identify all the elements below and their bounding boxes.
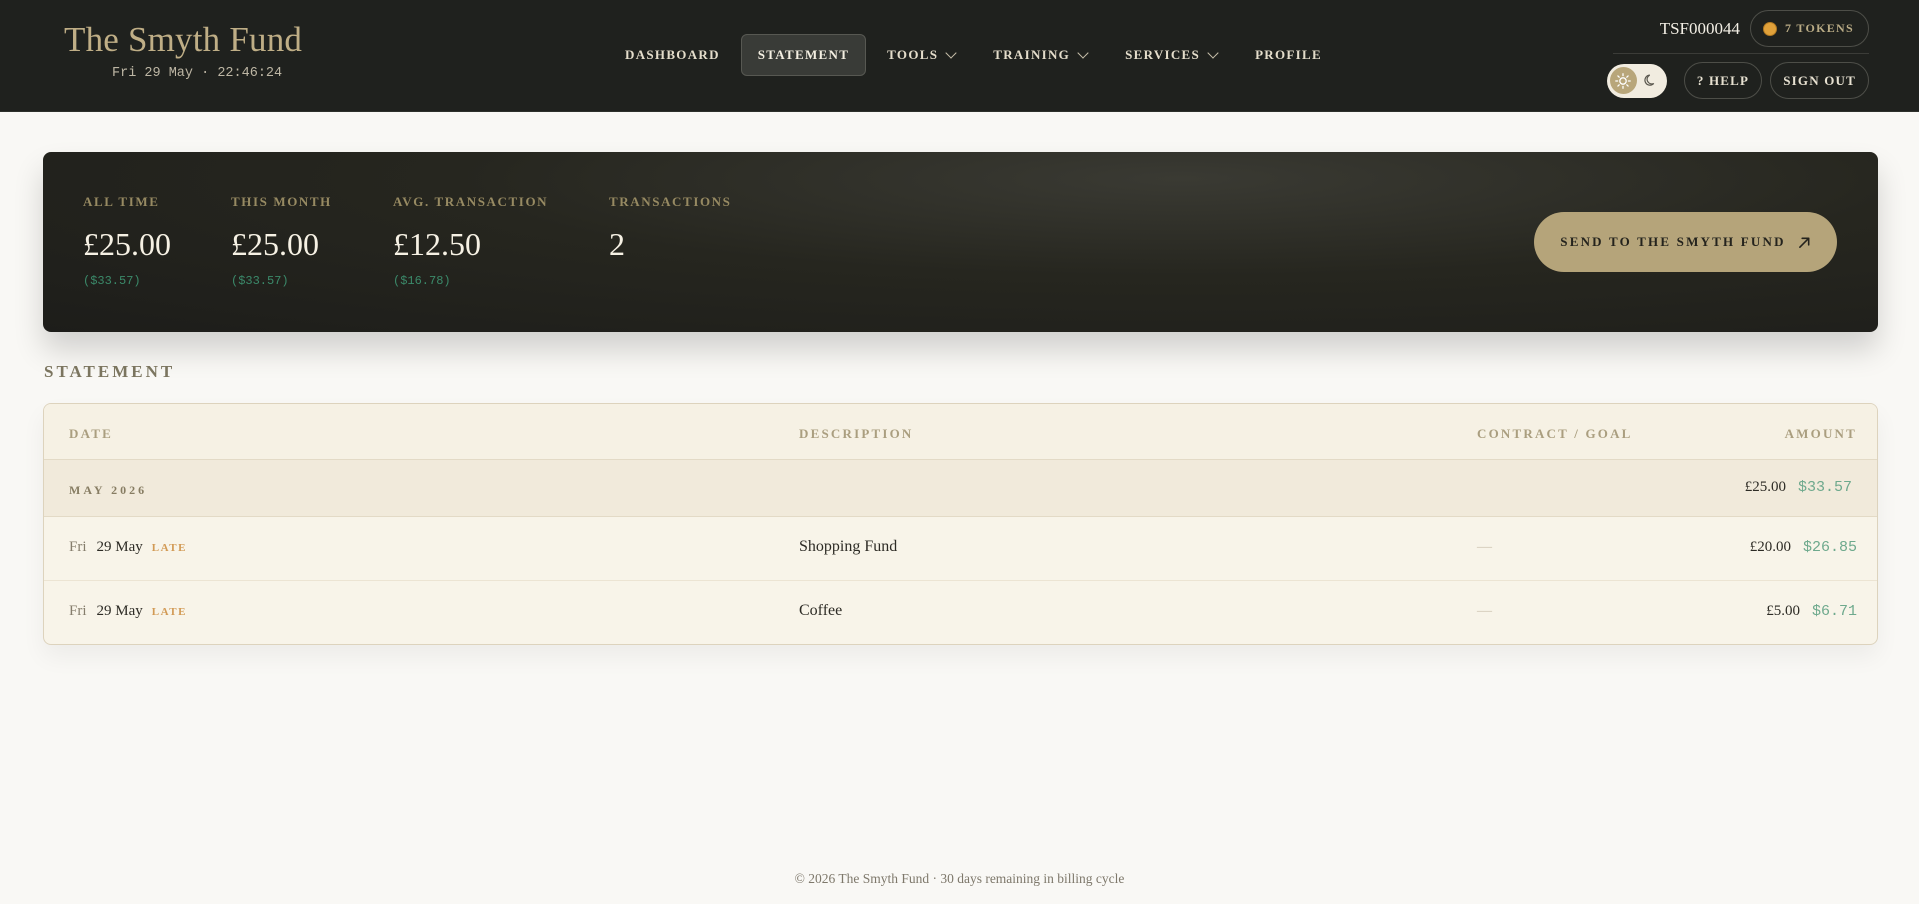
account-row: TSF000044 7 TOKENS xyxy=(1660,10,1869,47)
moon-icon[interactable] xyxy=(1637,67,1664,94)
row-date: Fri 29 May LATE xyxy=(69,603,187,620)
column-header-date[interactable]: DATE xyxy=(69,426,113,442)
nav-dashboard-label: DASHBOARD xyxy=(625,47,720,62)
stat-value: 2 xyxy=(609,226,625,262)
help-button[interactable]: ? HELP xyxy=(1683,62,1763,99)
nav-statement-label: STATEMENT xyxy=(757,47,850,62)
coin-icon xyxy=(1763,21,1778,36)
day-of-week: Fri xyxy=(69,603,87,619)
header-controls: ? HELP SIGN OUT xyxy=(1606,62,1869,99)
usd-amount: $26.85 xyxy=(1802,539,1857,556)
table-header: DATE DESCRIPTION CONTRACT / GOAL AMOUNT xyxy=(44,404,1877,460)
month-label: MAY 2026 xyxy=(69,483,148,497)
late-badge: LATE xyxy=(151,542,187,554)
late-badge: LATE xyxy=(151,606,187,618)
row-amount: £20.00 $26.85 xyxy=(1750,539,1857,556)
usd-amount: $6.71 xyxy=(1811,603,1857,620)
token-balance[interactable]: 7 TOKENS xyxy=(1750,10,1869,47)
main-nav: DASHBOARD STATEMENT TOOLS TRAINING SERVI… xyxy=(608,34,1343,76)
chevron-down-icon xyxy=(1207,47,1219,59)
top-header: The Smyth Fund Fri 29 May · 22:46:24 DAS… xyxy=(0,0,1919,112)
day-month: 29 May xyxy=(96,603,143,619)
row-goal: — xyxy=(1477,539,1492,555)
month-group-row[interactable]: MAY 2026 £25.00 $33.57 xyxy=(44,460,1877,517)
nav-statement[interactable]: STATEMENT xyxy=(740,34,867,76)
section-title: STATEMENT xyxy=(44,362,176,381)
stat-value: £25.00 xyxy=(83,226,171,262)
usd-amount: $33.57 xyxy=(1797,479,1852,496)
stat-usd: ($33.57) xyxy=(83,274,141,288)
stat-usd: ($33.57) xyxy=(231,274,289,288)
column-header-goal[interactable]: CONTRACT / GOAL xyxy=(1477,426,1633,442)
token-count: 7 TOKENS xyxy=(1785,21,1854,35)
row-amount: £5.00 $6.71 xyxy=(1766,603,1857,620)
gbp-amount: £20.00 xyxy=(1749,539,1791,555)
nav-services[interactable]: SERVICES xyxy=(1108,34,1234,76)
stat-label: THIS MONTH xyxy=(231,194,332,209)
statement-table: DATE DESCRIPTION CONTRACT / GOAL AMOUNT … xyxy=(43,403,1878,645)
stat-transactions: TRANSACTIONS 2 xyxy=(609,194,732,263)
sign-out-button[interactable]: SIGN OUT xyxy=(1770,62,1869,99)
table-row[interactable]: Fri 29 May LATE Shopping Fund — £20.00 $… xyxy=(44,517,1877,581)
stat-label: TRANSACTIONS xyxy=(609,194,732,209)
summary-card: ALL TIME £25.00 ($33.57) THIS MONTH £25.… xyxy=(43,152,1878,332)
nav-services-label: SERVICES xyxy=(1125,47,1201,62)
stat-usd: ($16.78) xyxy=(393,274,451,288)
column-header-amount[interactable]: AMOUNT xyxy=(1785,426,1857,442)
stat-value: £25.00 xyxy=(231,226,319,262)
column-header-description[interactable]: DESCRIPTION xyxy=(799,426,914,442)
gbp-amount: £5.00 xyxy=(1766,603,1800,619)
send-to-fund-button[interactable]: SEND TO THE SMYTH FUND xyxy=(1534,212,1837,272)
month-total: £25.00 $33.57 xyxy=(1745,479,1852,496)
stat-avg-transaction: AVG. TRANSACTION £12.50 ($16.78) xyxy=(393,194,548,288)
row-description: Shopping Fund xyxy=(799,538,898,555)
row-description: Coffee xyxy=(799,602,843,619)
brand: The Smyth Fund Fri 29 May · 22:46:24 xyxy=(64,20,302,81)
chevron-down-icon xyxy=(945,47,957,59)
nav-dashboard[interactable]: DASHBOARD xyxy=(608,34,737,76)
stat-label: AVG. TRANSACTION xyxy=(393,194,549,209)
arrow-up-right-icon xyxy=(1798,237,1810,248)
chevron-down-icon xyxy=(1077,47,1089,59)
stat-all-time: ALL TIME £25.00 ($33.57) xyxy=(83,194,171,288)
nav-profile-label: PROFILE xyxy=(1255,47,1322,62)
nav-tools[interactable]: TOOLS xyxy=(870,34,972,76)
theme-toggle[interactable] xyxy=(1606,63,1667,98)
sun-icon[interactable] xyxy=(1609,67,1637,94)
account-id: TSF000044 xyxy=(1659,18,1741,38)
row-goal: — xyxy=(1477,603,1492,619)
stat-label: ALL TIME xyxy=(83,194,160,209)
day-month: 29 May xyxy=(96,539,143,555)
day-of-week: Fri xyxy=(69,539,87,555)
stat-value: £12.50 xyxy=(393,226,481,262)
brand-title[interactable]: The Smyth Fund xyxy=(64,20,302,60)
header-divider xyxy=(1613,53,1869,54)
nav-tools-label: TOOLS xyxy=(887,47,939,62)
table-row[interactable]: Fri 29 May LATE Coffee — £5.00 $6.71 xyxy=(44,581,1877,644)
stat-this-month: THIS MONTH £25.00 ($33.57) xyxy=(231,194,332,288)
nav-training[interactable]: TRAINING xyxy=(976,34,1104,76)
row-date: Fri 29 May LATE xyxy=(69,539,187,556)
gbp-amount: £25.00 xyxy=(1744,479,1786,495)
nav-training-label: TRAINING xyxy=(993,47,1071,62)
header-clock: Fri 29 May · 22:46:24 xyxy=(112,66,283,81)
nav-profile[interactable]: PROFILE xyxy=(1238,34,1339,76)
send-button-label: SEND TO THE SMYTH FUND xyxy=(1560,234,1786,249)
footer-text: © 2026 The Smyth Fund · 30 days remainin… xyxy=(794,871,1125,886)
